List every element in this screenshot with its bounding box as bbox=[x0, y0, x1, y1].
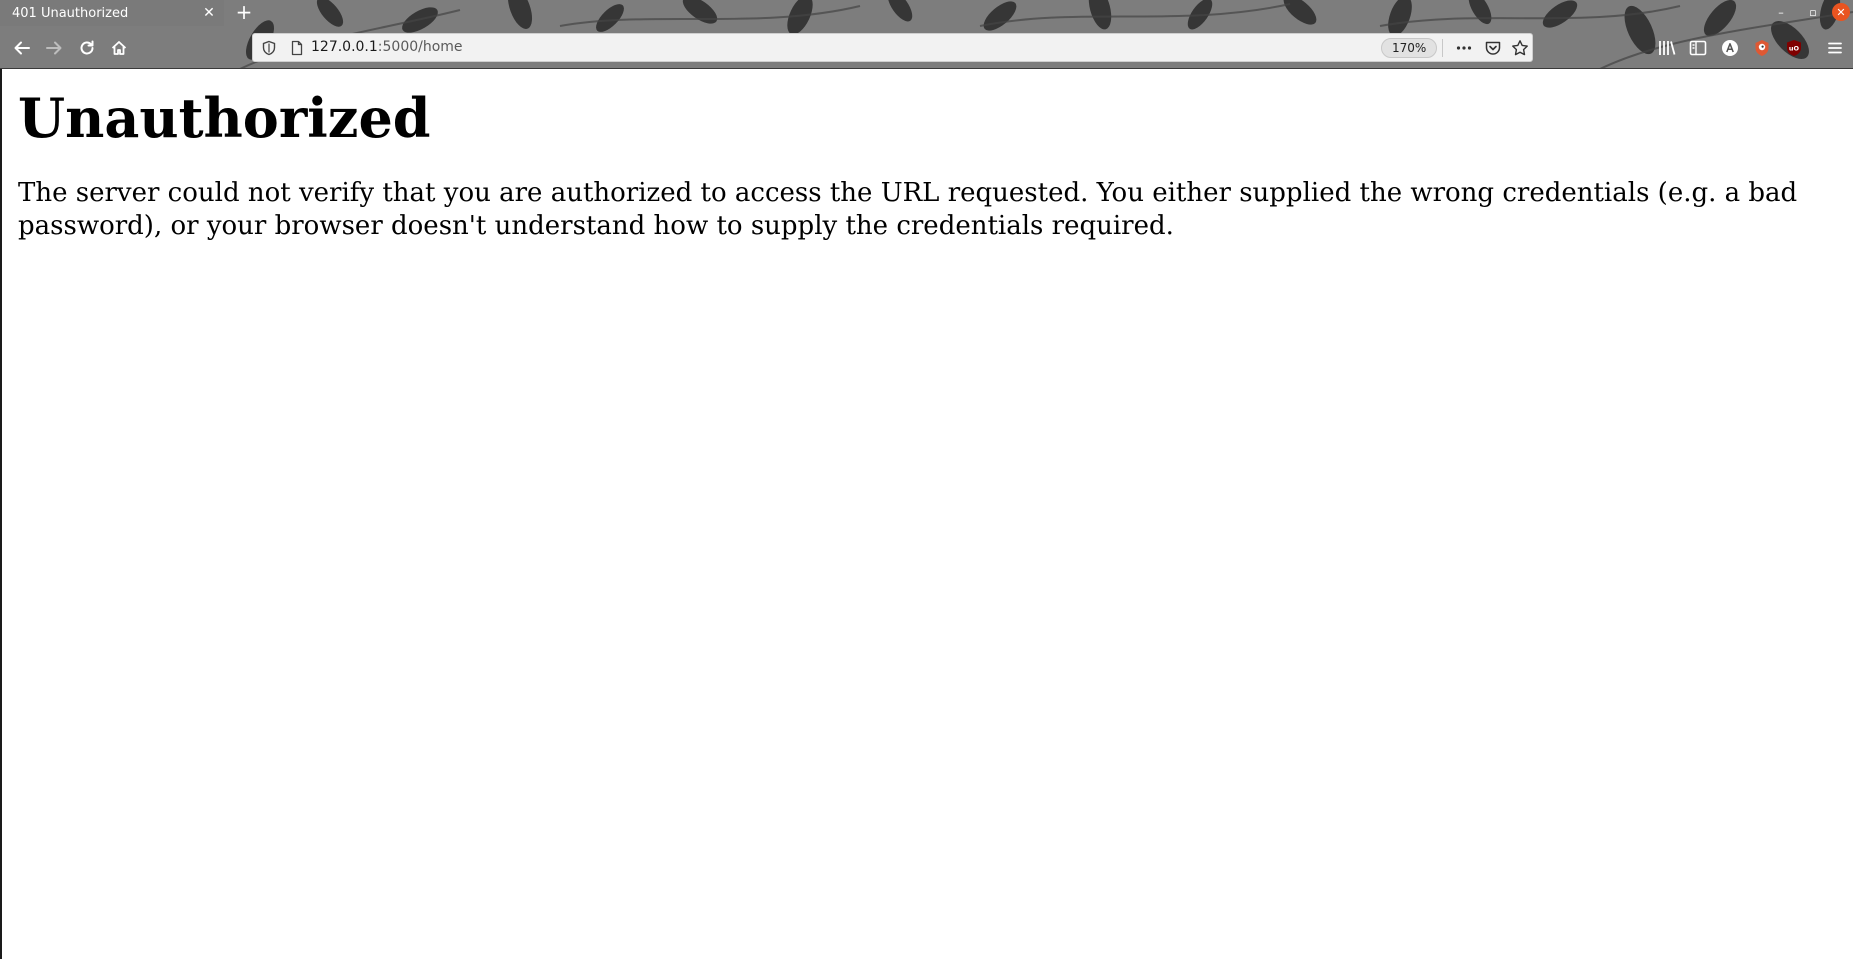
ublock-origin-icon: uO bbox=[1787, 40, 1801, 56]
maximize-button[interactable]: ▫ bbox=[1797, 0, 1829, 24]
close-window-button[interactable]: ✕ bbox=[1829, 0, 1853, 24]
reload-button[interactable] bbox=[73, 34, 101, 62]
arrow-right-icon bbox=[46, 41, 62, 55]
pocket-icon bbox=[1485, 41, 1501, 55]
page-content: Unauthorized The server could not verify… bbox=[0, 69, 1853, 959]
tab-strip: 401 Unauthorized ✕ + – ▫ ✕ bbox=[0, 0, 1853, 26]
url-path: :5000/home bbox=[377, 39, 463, 55]
svg-text:uO: uO bbox=[1789, 45, 1800, 53]
sidebar-icon bbox=[1689, 40, 1707, 56]
extension-a-button[interactable] bbox=[1720, 38, 1740, 58]
menu-button[interactable] bbox=[1825, 38, 1845, 58]
duckduckgo-button[interactable] bbox=[1752, 38, 1772, 58]
pocket-button[interactable] bbox=[1484, 39, 1502, 57]
address-bar[interactable]: 127.0.0.1:5000/home 170% bbox=[252, 33, 1533, 62]
page-actions-button[interactable] bbox=[1455, 39, 1473, 57]
library-button[interactable] bbox=[1657, 38, 1677, 58]
bookmark-button[interactable] bbox=[1511, 39, 1529, 57]
tab-close-icon[interactable]: ✕ bbox=[201, 5, 217, 21]
minimize-button[interactable]: – bbox=[1765, 0, 1797, 24]
tab-active[interactable]: 401 Unauthorized ✕ bbox=[0, 0, 224, 26]
star-icon bbox=[1512, 40, 1528, 56]
back-button[interactable] bbox=[8, 34, 36, 62]
shield-icon[interactable] bbox=[261, 40, 277, 56]
hamburger-menu-icon bbox=[1828, 42, 1842, 54]
library-icon bbox=[1659, 41, 1676, 55]
browser-chrome: 401 Unauthorized ✕ + – ▫ ✕ 127.0.0.1:500… bbox=[0, 0, 1853, 69]
duckduckgo-icon bbox=[1755, 40, 1769, 56]
url-host: 127.0.0.1 bbox=[311, 39, 378, 55]
home-button[interactable] bbox=[105, 34, 133, 62]
url-text[interactable]: 127.0.0.1:5000/home bbox=[311, 34, 463, 61]
reload-icon bbox=[80, 40, 94, 55]
extension-a-icon bbox=[1722, 40, 1738, 56]
tab-title: 401 Unauthorized bbox=[12, 5, 129, 21]
more-dots-icon bbox=[1456, 46, 1472, 50]
page-title: Unauthorized bbox=[18, 86, 431, 150]
arrow-left-icon bbox=[14, 41, 30, 55]
navigation-toolbar: 127.0.0.1:5000/home 170% uO bbox=[0, 30, 1853, 66]
ublock-origin-button[interactable]: uO bbox=[1784, 38, 1804, 58]
close-icon: ✕ bbox=[1832, 3, 1850, 21]
new-tab-button[interactable]: + bbox=[232, 0, 256, 24]
error-message: The server could not verify that you are… bbox=[18, 178, 1798, 241]
url-separator bbox=[1442, 39, 1443, 57]
window-controls: – ▫ ✕ bbox=[1765, 0, 1853, 24]
zoom-level-badge[interactable]: 170% bbox=[1381, 38, 1438, 58]
page-icon[interactable] bbox=[289, 40, 305, 56]
sidebar-button[interactable] bbox=[1688, 38, 1708, 58]
forward-button[interactable] bbox=[40, 34, 68, 62]
home-icon bbox=[111, 41, 127, 55]
